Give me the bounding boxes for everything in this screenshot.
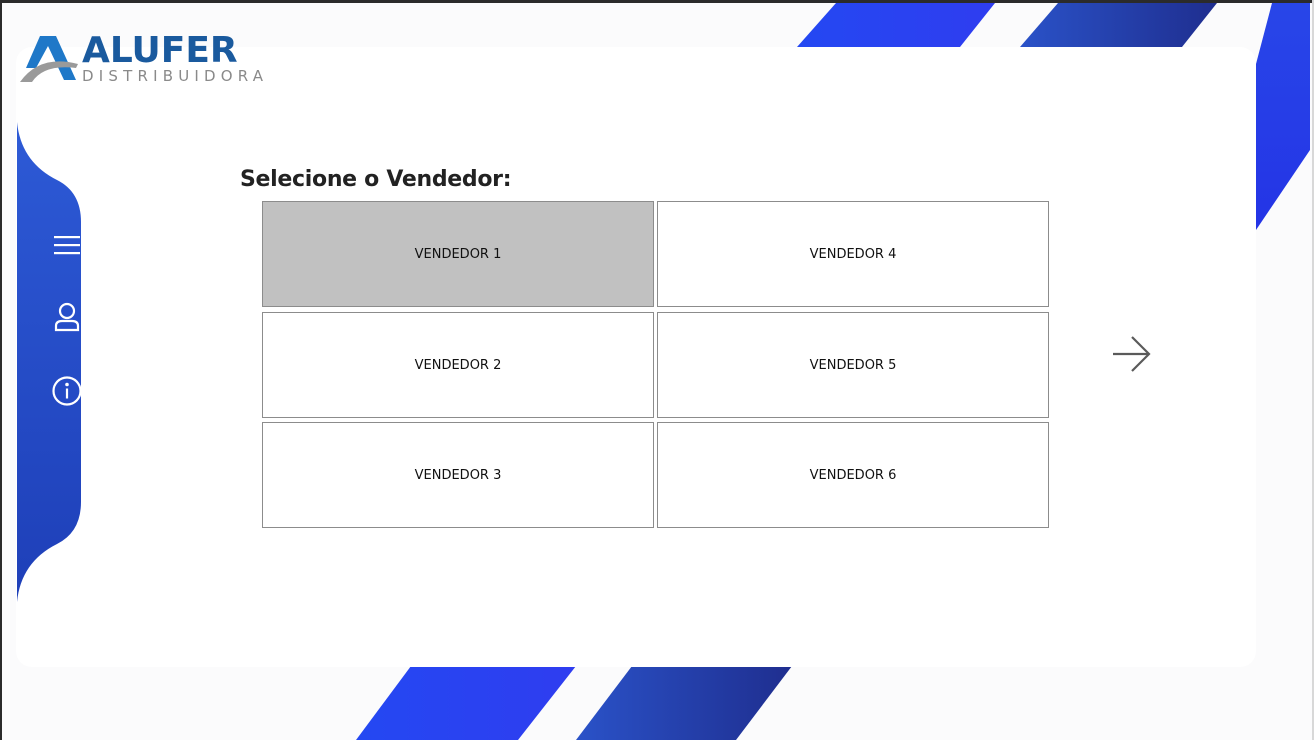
sidebar-info-button[interactable] [50,374,84,408]
logo-tagline: DISTRIBUIDORA [82,67,269,85]
seller-button-4[interactable]: VENDEDOR 4 [657,201,1049,307]
arrow-right-icon [1113,336,1151,372]
stripe-top-right [1256,3,1310,230]
logo-name: ALUFER [82,30,238,71]
stripe-top-2 [1020,3,1217,47]
seller-button-6[interactable]: VENDEDOR 6 [657,422,1049,528]
alufer-logo: ALUFER DISTRIBUIDORA [18,30,263,86]
stripe-bottom-2 [576,666,792,740]
stripe-bottom-1 [356,666,576,740]
sidebar-menu-button[interactable] [50,228,84,262]
sidebar [17,122,83,602]
sidebar-user-button[interactable] [50,300,84,334]
seller-button-3[interactable]: VENDEDOR 3 [262,422,654,528]
page-title: Selecione o Vendedor: [240,167,512,192]
stripe-top-1 [797,3,995,47]
seller-button-2[interactable]: VENDEDOR 2 [262,312,654,418]
info-icon [52,376,82,406]
logo-mark-icon [20,36,78,82]
sidebar-background [17,122,81,602]
seller-button-1[interactable]: VENDEDOR 1 [262,201,654,307]
menu-icon [54,236,80,255]
seller-button-5[interactable]: VENDEDOR 5 [657,312,1049,418]
user-icon [54,302,80,332]
next-button[interactable] [1110,334,1154,376]
